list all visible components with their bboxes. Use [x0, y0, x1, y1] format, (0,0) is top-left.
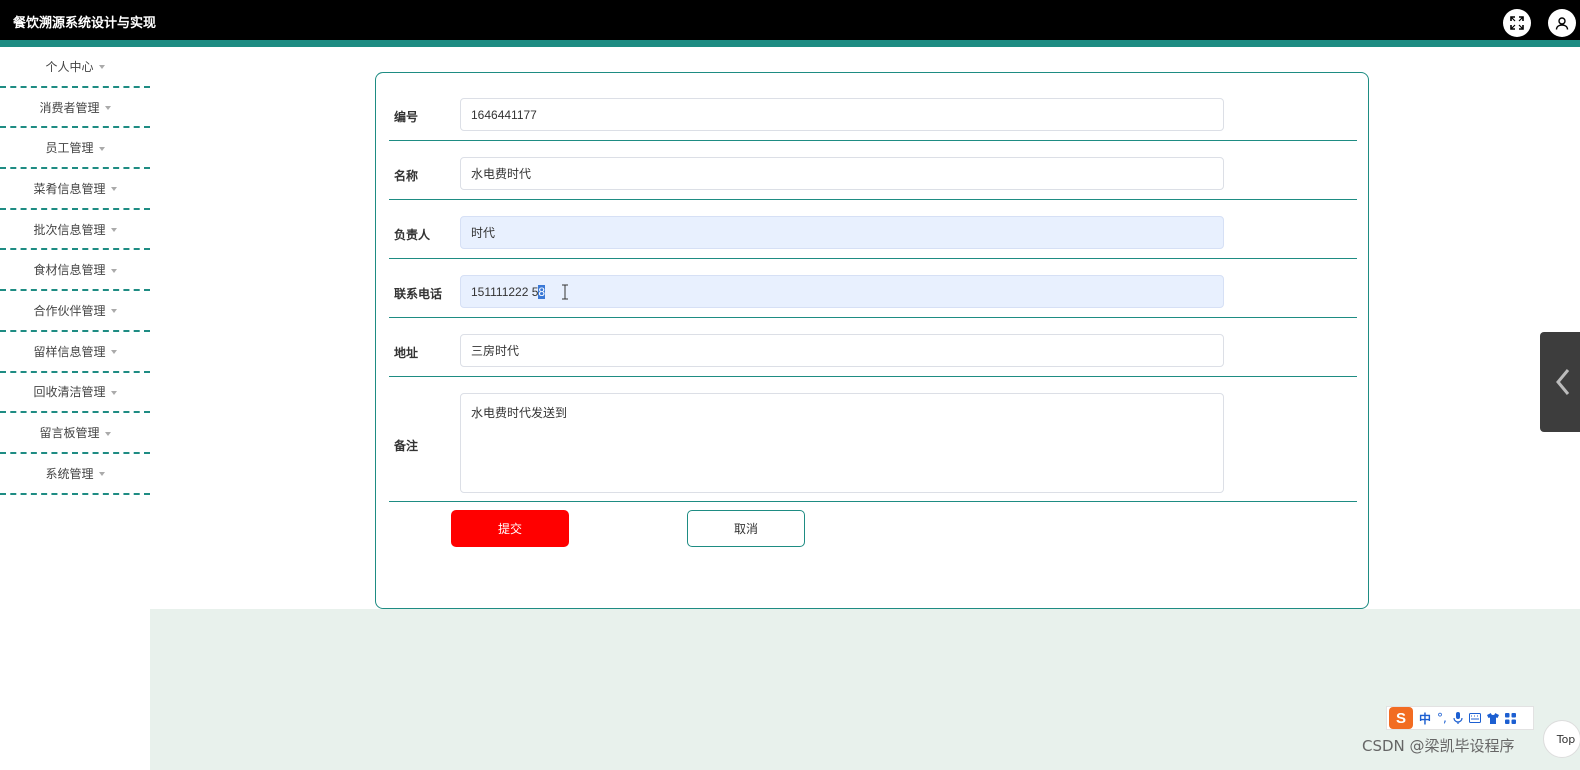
manager-field[interactable]: 时代: [460, 216, 1224, 249]
submit-button[interactable]: 提交: [451, 510, 569, 547]
fullscreen-button[interactable]: [1503, 9, 1531, 37]
sidebar-item-label: 员工管理: [45, 141, 94, 156]
user-icon: [1555, 17, 1569, 30]
sidebar-item-label: 菜肴信息管理: [33, 181, 106, 196]
caret-down-icon: [98, 146, 105, 151]
sidebar-item-dishes[interactable]: 菜肴信息管理: [0, 169, 150, 210]
name-field[interactable]: 水电费时代: [460, 157, 1224, 190]
edit-form-card: 编号 1646441177 名称 水电费时代 负责人 时代 联系电话 15111…: [375, 72, 1369, 609]
sidebar-item-batches[interactable]: 批次信息管理: [0, 210, 150, 251]
sidebar-item-label: 食材信息管理: [33, 263, 106, 278]
form-row-address: 地址 三房时代: [389, 318, 1357, 377]
csdn-watermark: CSDN @梁凯毕设程序: [1362, 737, 1515, 755]
fullscreen-icon: [1510, 16, 1524, 30]
sidebar-item-label: 合作伙伴管理: [33, 303, 106, 318]
sidebar-item-label: 消费者管理: [39, 100, 100, 115]
keyboard-icon[interactable]: [1468, 713, 1481, 723]
sidebar-item-label: 批次信息管理: [33, 222, 106, 237]
sidebar-item-label: 个人中心: [45, 59, 94, 74]
sidebar-item-consumers[interactable]: 消费者管理: [0, 88, 150, 129]
caret-down-icon: [110, 309, 117, 314]
user-button[interactable]: [1548, 9, 1576, 37]
header-accent-strip: [0, 40, 1580, 47]
address-label: 地址: [394, 346, 419, 360]
cancel-button[interactable]: 取消: [687, 510, 805, 547]
caret-down-icon: [110, 350, 117, 355]
caret-down-icon: [98, 65, 105, 70]
sidebar-item-staff[interactable]: 员工管理: [0, 128, 150, 170]
remark-textarea[interactable]: 水电费时代发送到: [460, 393, 1224, 493]
sidebar-item-label: 回收清洁管理: [33, 385, 106, 400]
sidebar-item-samples[interactable]: 留样信息管理: [0, 332, 150, 373]
id-field[interactable]: 1646441177: [460, 98, 1224, 131]
sidebar-item-system[interactable]: 系统管理: [0, 454, 150, 495]
top-header: 餐饮溯源系统设计与实现: [0, 0, 1580, 40]
form-row-phone: 联系电话 151111222 58: [389, 259, 1357, 318]
punctuation-icon[interactable]: °,: [1437, 711, 1447, 725]
sidebar-menu: 个人中心 消费者管理 员工管理 菜肴信息管理 批次信息管理 食材信息管理 合作伙…: [0, 47, 150, 497]
address-field[interactable]: 三房时代: [460, 334, 1224, 367]
sidebar-item-label: 留言板管理: [39, 426, 100, 441]
caret-down-icon: [110, 390, 117, 395]
form-row-manager: 负责人 时代: [389, 200, 1357, 259]
app-title: 餐饮溯源系统设计与实现: [13, 16, 157, 31]
text-cursor-icon: [562, 284, 569, 299]
skin-shirt-icon[interactable]: [1486, 712, 1499, 724]
phone-field[interactable]: 151111222 58: [460, 275, 1224, 308]
phone-selected-text: 8: [538, 284, 546, 299]
ime-mode-indicator[interactable]: 中: [1419, 710, 1431, 727]
caret-down-icon: [98, 472, 105, 477]
name-label: 名称: [394, 169, 419, 183]
caret-down-icon: [104, 106, 111, 111]
sidebar-item-personal-center[interactable]: 个人中心: [0, 47, 150, 88]
toolbox-grid-icon[interactable]: [1504, 712, 1516, 724]
chevron-left-icon: [1556, 369, 1570, 395]
sidebar-item-label: 系统管理: [45, 466, 94, 481]
side-drawer-toggle[interactable]: [1540, 332, 1580, 432]
caret-down-icon: [110, 187, 117, 192]
sidebar-item-recycling[interactable]: 回收清洁管理: [0, 373, 150, 414]
form-row-name: 名称 水电费时代: [389, 141, 1357, 200]
id-label: 编号: [394, 110, 419, 124]
phone-value: 151111222 5: [471, 284, 539, 299]
sogou-logo-icon[interactable]: S: [1389, 707, 1413, 729]
sidebar-item-ingredients[interactable]: 食材信息管理: [0, 250, 150, 292]
caret-down-icon: [110, 268, 117, 273]
sidebar-item-partners[interactable]: 合作伙伴管理: [0, 291, 150, 332]
remark-label: 备注: [394, 439, 419, 453]
phone-label: 联系电话: [394, 287, 443, 301]
back-to-top-button[interactable]: Top: [1543, 720, 1580, 758]
microphone-icon[interactable]: [1453, 712, 1463, 724]
manager-label: 负责人: [394, 228, 431, 242]
sidebar-item-message-board[interactable]: 留言板管理: [0, 413, 150, 454]
caret-down-icon: [110, 228, 117, 233]
form-row-id: 编号 1646441177: [389, 73, 1357, 141]
sidebar-item-label: 留样信息管理: [33, 344, 106, 359]
caret-down-icon: [104, 431, 111, 436]
ime-toolbar: S 中 °,: [1386, 706, 1534, 730]
form-row-remark: 备注 水电费时代发送到: [389, 377, 1357, 502]
